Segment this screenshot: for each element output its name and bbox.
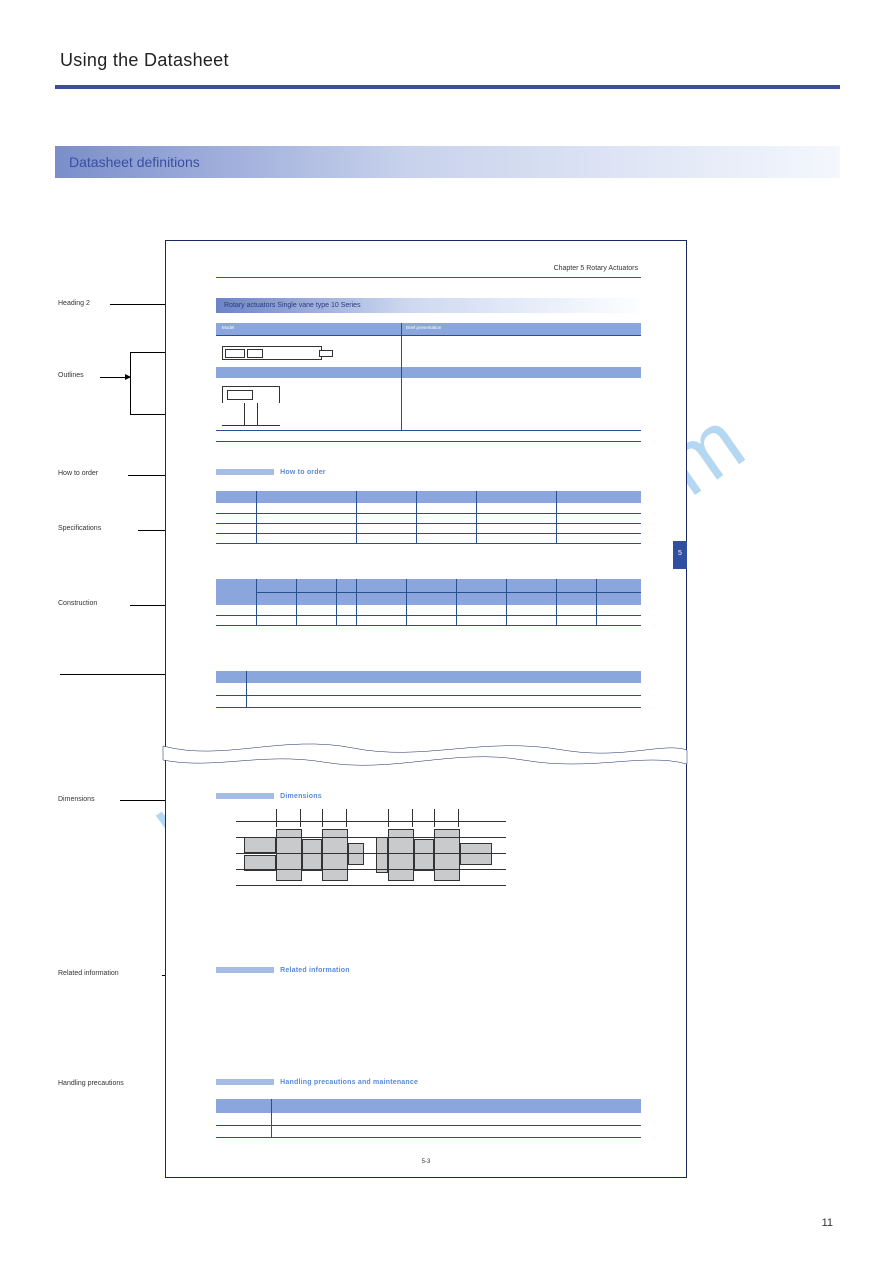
sample-gradient-bar: Rotary actuators Single vane type 10 Ser… xyxy=(216,298,641,313)
sub-handling-label: Handling precautions and maintenance xyxy=(280,1079,418,1086)
connector-outlines-vert xyxy=(130,352,131,414)
page-number: 11 xyxy=(822,1217,833,1229)
sample-sub-how-to-order: How to order xyxy=(216,469,326,476)
sample-table1-header2 xyxy=(216,367,641,378)
th-brief: Brief presentation xyxy=(406,326,441,331)
sub-dimensions-label: Dimensions xyxy=(280,793,322,800)
label-handling: Handling precautions xyxy=(58,1080,178,1088)
dimension-drawing xyxy=(236,809,506,904)
sample-page-number: 5-3 xyxy=(166,1159,686,1165)
sub-how-to-order-label: How to order xyxy=(280,469,326,476)
page-side-tab: 5 xyxy=(673,541,687,569)
product-outline-long xyxy=(222,346,322,360)
sample-specs-header xyxy=(216,491,641,503)
tab-number: 5 xyxy=(673,541,687,557)
title-rule xyxy=(55,85,840,89)
sample-rule xyxy=(216,277,641,278)
page-title: Using the Datasheet xyxy=(60,50,229,71)
sample-table1-bottom xyxy=(216,441,641,442)
section-bar: Datasheet definitions xyxy=(55,146,840,178)
th-model: Model xyxy=(222,326,234,331)
label-related-info: Related information xyxy=(58,970,178,978)
sample-gradient-title: Rotary actuators Single vane type 10 Ser… xyxy=(216,298,641,313)
sample-construction-header xyxy=(216,579,641,605)
sub-related-label: Related information xyxy=(280,967,350,974)
sample-table1-row1 xyxy=(216,335,641,369)
section-bar-label: Datasheet definitions xyxy=(55,146,840,178)
sample-sub-handling: Handling precautions and maintenance xyxy=(216,1079,418,1086)
sample-sub-dimensions: Dimensions xyxy=(216,793,322,800)
handling-header xyxy=(216,1099,641,1113)
sample-table1-row2 xyxy=(216,378,641,431)
sample-chapter-heading: Chapter 5 Rotary Actuators xyxy=(554,265,638,272)
product-outline-square xyxy=(222,386,280,426)
sample-page-frame: Chapter 5 Rotary Actuators Rotary actuat… xyxy=(165,240,687,1178)
torn-page-gap xyxy=(163,740,687,774)
connector-outlines-hor xyxy=(100,377,130,378)
sample-sub-related: Related information xyxy=(216,967,350,974)
sample-table1-header: Model Brief presentation xyxy=(216,323,641,335)
sample-extra-header xyxy=(216,671,641,683)
